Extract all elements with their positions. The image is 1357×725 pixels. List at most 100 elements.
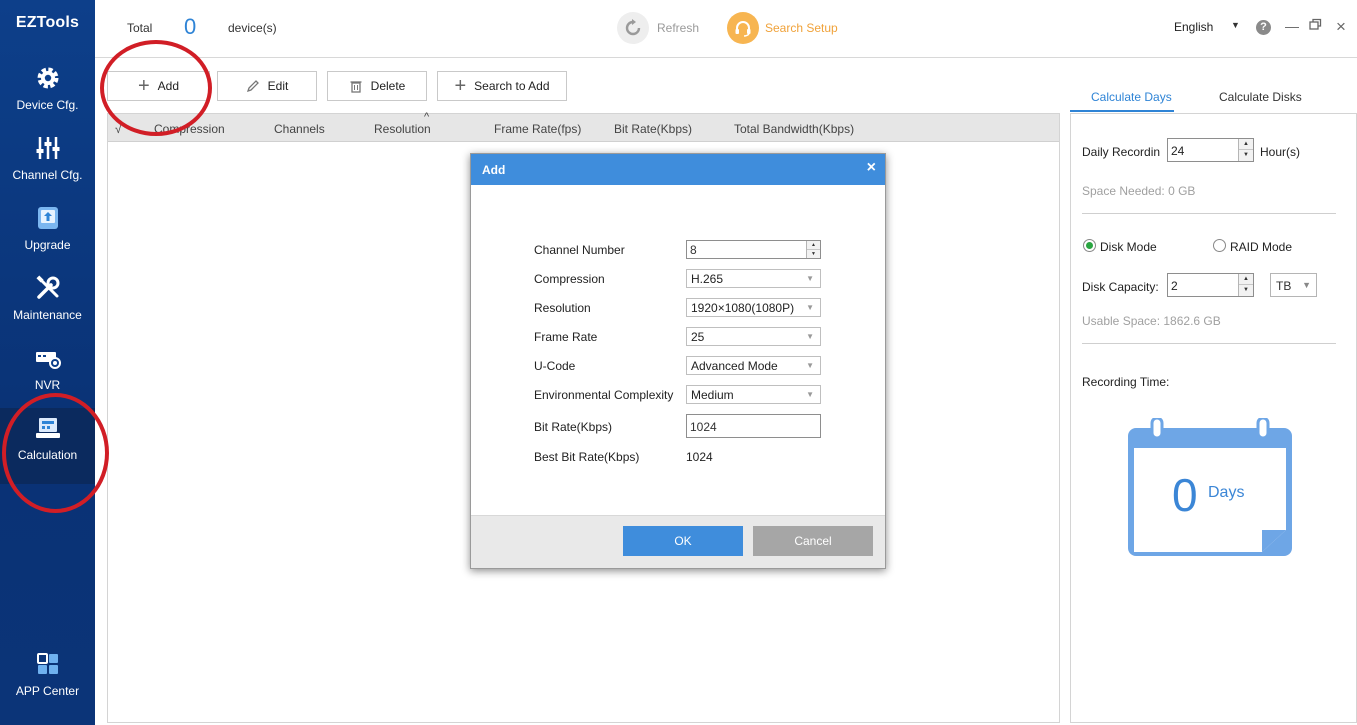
best-bit-rate-value: 1024 (686, 450, 713, 464)
environmental-complexity-select[interactable]: Medium ▼ (686, 385, 821, 404)
language-select[interactable]: English (1174, 20, 1213, 34)
column-header-bit-rate[interactable]: Bit Rate(Kbps) (614, 122, 692, 136)
sidebar-item-label: Calculation (17, 448, 78, 462)
sidebar-item-maintenance[interactable]: Maintenance (0, 274, 95, 322)
compression-select[interactable]: H.265 ▼ (686, 269, 821, 288)
search-setup-button[interactable]: Search Setup (727, 12, 838, 44)
restore-icon[interactable] (1309, 18, 1322, 34)
tools-icon (35, 275, 59, 299)
tab-calculate-disks[interactable]: Calculate Disks (1219, 90, 1302, 104)
channel-number-value: 8 (690, 243, 697, 257)
column-header-channels[interactable]: Channels (274, 122, 325, 136)
bit-rate-label: Bit Rate(Kbps) (534, 420, 613, 434)
recording-time-label: Recording Time: (1082, 375, 1170, 389)
bit-rate-value: 1024 (690, 420, 717, 434)
minimize-icon[interactable]: — (1285, 18, 1299, 34)
ucode-select[interactable]: Advanced Mode ▼ (686, 356, 821, 375)
cancel-button[interactable]: Cancel (753, 526, 873, 556)
disk-mode-radio[interactable] (1083, 239, 1096, 252)
environmental-complexity-label: Environmental Complexity (534, 388, 674, 402)
refresh-label: Refresh (657, 21, 700, 35)
device-suffix: device(s) (228, 21, 277, 35)
bit-rate-input[interactable]: 1024 (686, 414, 821, 438)
ok-button[interactable]: OK (623, 526, 743, 556)
disk-unit-select[interactable]: TB ▼ (1270, 273, 1317, 297)
ucode-label: U-Code (534, 359, 576, 373)
caret-down-icon: ▼ (806, 274, 814, 283)
frame-rate-label: Frame Rate (534, 330, 598, 344)
refresh-icon (617, 12, 649, 44)
sidebar-item-label: Device Cfg. (16, 98, 79, 112)
sidebar-item-device-cfg[interactable]: Device Cfg. (0, 64, 95, 112)
column-header-resolution[interactable]: Resolution (374, 122, 431, 136)
sidebar-item-upgrade[interactable]: Upgrade (0, 204, 95, 252)
column-header-total-bandwidth[interactable]: Total Bandwidth(Kbps) (734, 122, 854, 136)
device-count: 0 (184, 14, 197, 39)
caret-down-icon: ▼ (806, 303, 814, 312)
ucode-value: Advanced Mode (691, 359, 778, 373)
delete-button[interactable]: Delete (327, 71, 427, 101)
frame-rate-select[interactable]: 25 ▼ (686, 327, 821, 346)
daily-recording-input[interactable]: 24 ▲ ▼ (1167, 138, 1254, 162)
sidebar-item-label: NVR (34, 378, 61, 392)
nvr-icon (35, 352, 61, 369)
raid-mode-label: RAID Mode (1230, 240, 1293, 254)
app-brand: EZTools (15, 14, 80, 31)
daily-recording-stepper[interactable]: ▲ ▼ (1238, 139, 1253, 161)
channel-number-input[interactable]: 8 ▲ ▼ (686, 240, 821, 259)
column-header-frame-rate[interactable]: Frame Rate(fps) (494, 122, 581, 136)
sidebar: EZTools Device Cfg. Channel Cfg. Upgrade (0, 0, 95, 725)
sliders-icon (36, 137, 59, 159)
environmental-complexity-value: Medium (691, 388, 734, 402)
raid-mode-radio[interactable] (1213, 239, 1226, 252)
add-button[interactable]: + Add (107, 71, 210, 101)
sidebar-item-label: Upgrade (24, 238, 71, 252)
resolution-label: Resolution (534, 301, 591, 315)
select-all-checkbox[interactable]: √ (115, 122, 122, 136)
caret-down-icon: ▼ (1302, 280, 1311, 290)
app-grid-icon (36, 653, 58, 674)
pencil-icon (246, 80, 259, 93)
close-icon[interactable]: × (867, 159, 876, 177)
sidebar-item-channel-cfg[interactable]: Channel Cfg. (0, 134, 95, 182)
days-unit: Days (1208, 484, 1245, 501)
divider (1082, 213, 1336, 214)
close-window-icon[interactable]: × (1336, 17, 1346, 37)
add-dialog-footer: OK Cancel (471, 515, 885, 568)
headset-icon (727, 12, 759, 44)
sidebar-item-label: APP Center (15, 684, 80, 698)
disk-capacity-value: 2 (1171, 279, 1178, 293)
sidebar-item-app-center[interactable]: APP Center (0, 650, 95, 698)
add-dialog-title: Add (482, 163, 506, 177)
sidebar-item-calculation[interactable]: Calculation (0, 408, 95, 484)
top-bar: Total 0 device(s) Refresh Search Setup E… (95, 0, 1357, 58)
add-dialog: Add × Channel Number 8 ▲ ▼ Compression H.… (470, 153, 886, 569)
disk-capacity-input[interactable]: 2 ▲ ▼ (1167, 273, 1254, 297)
upgrade-icon (37, 207, 58, 229)
total-label: Total (127, 21, 153, 35)
channel-number-stepper[interactable]: ▲ ▼ (806, 241, 820, 258)
tab-calculate-days[interactable]: Calculate Days (1091, 90, 1172, 104)
edit-button[interactable]: Edit (217, 71, 317, 101)
search-to-add-button[interactable]: + Search to Add (437, 71, 567, 101)
table-header: √ Compression Channels Resolution ^ Fram… (108, 111, 1059, 142)
calculator-icon (35, 418, 60, 438)
active-tab-indicator (1070, 110, 1174, 112)
add-label: Add (157, 79, 180, 93)
disk-capacity-stepper[interactable]: ▲ ▼ (1238, 274, 1253, 296)
add-dialog-header: Add × (471, 154, 885, 185)
sidebar-item-nvr[interactable]: NVR (0, 344, 95, 392)
frame-rate-value: 25 (691, 330, 705, 344)
sort-indicator: ^ (424, 111, 430, 123)
refresh-button[interactable]: Refresh (617, 12, 699, 44)
help-icon[interactable]: ? (1256, 20, 1271, 35)
disk-capacity-label: Disk Capacity: (1082, 280, 1159, 294)
recording-time-calendar: 0 Days (1126, 416, 1294, 558)
column-header-compression[interactable]: Compression (154, 122, 225, 136)
space-needed: Space Needed: 0 GB (1082, 184, 1196, 198)
delete-label: Delete (370, 79, 406, 93)
search-to-add-label: Search to Add (474, 79, 550, 93)
resolution-select[interactable]: 1920×1080(1080P) ▼ (686, 298, 821, 317)
caret-down-icon[interactable]: ▼ (1231, 20, 1240, 30)
best-bit-rate-label: Best Bit Rate(Kbps) (534, 450, 640, 464)
